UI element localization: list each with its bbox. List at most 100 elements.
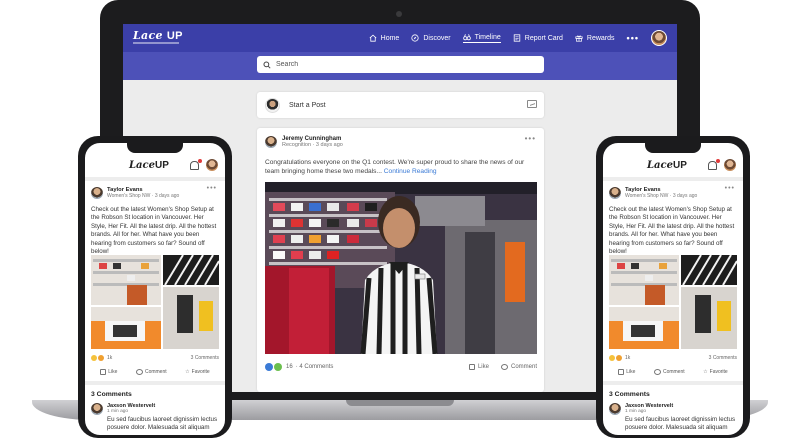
logo-up-text: UP — [672, 160, 687, 171]
store-collage-photo — [91, 255, 219, 349]
search-box[interactable] — [257, 56, 544, 73]
comment-icon — [135, 369, 143, 375]
divider — [85, 177, 225, 181]
phone-right-screen: LaceUP Taylor Evans Women's Shop NW · 3 … — [603, 143, 743, 435]
favorite-label: Favorite — [709, 369, 728, 375]
start-post-label: Start a Post — [289, 101, 326, 109]
like-button[interactable]: Like — [618, 369, 635, 375]
reaction-count[interactable]: 1k — [625, 355, 630, 361]
comment-button[interactable]: Comment — [653, 369, 685, 375]
post-photo-collage[interactable] — [91, 255, 219, 349]
post-meta: Women's Shop NW · 3 days ago — [107, 193, 180, 199]
bell-icon[interactable] — [190, 159, 202, 170]
logo-lace-text: Lace — [129, 160, 155, 171]
post-header: Jeremy Cunningham Recognition · 3 days a… — [265, 136, 343, 148]
like-button[interactable]: Like — [468, 364, 489, 370]
mobile-logo[interactable]: LaceUP — [129, 160, 169, 171]
post-actions: Like Comment — [468, 364, 537, 370]
continue-reading-link[interactable]: Continue Reading — [384, 168, 437, 175]
divider — [603, 381, 743, 385]
mobile-post-header: Taylor Evans Women's Shop NW · 3 days ag… — [609, 187, 697, 199]
feed-post-card: Jeremy Cunningham Recognition · 3 days a… — [257, 128, 544, 392]
logo-up-text: UP — [166, 30, 183, 42]
more-menu-icon[interactable]: ••• — [627, 33, 639, 43]
nav-rewards[interactable]: Rewards — [575, 34, 615, 42]
start-post-card[interactable]: Start a Post — [257, 92, 544, 118]
store-employee-photo — [265, 182, 537, 354]
comment-label: Comment — [510, 364, 537, 370]
nav-rewards-label: Rewards — [586, 34, 615, 42]
app-logo[interactable]: Lace UP — [133, 29, 183, 42]
mobile-post-header: Taylor Evans Women's Shop NW · 3 days ag… — [91, 187, 179, 199]
nav-timeline[interactable]: Timeline — [462, 33, 501, 43]
reaction-count[interactable]: 1k — [107, 355, 112, 361]
comment-button[interactable]: Comment — [500, 364, 537, 370]
user-avatar[interactable] — [206, 159, 218, 171]
post-options-icon[interactable]: ••• — [207, 185, 217, 192]
author-avatar[interactable] — [91, 187, 103, 199]
like-label: Like — [108, 369, 118, 375]
nav-report-card[interactable]: Report Card — [513, 34, 563, 42]
comment-text: Eu sed faucibus laoreet dignissim lectus… — [625, 416, 736, 432]
nav-timeline-label: Timeline — [474, 33, 501, 41]
favorite-button[interactable]: ☆ Favorite — [185, 369, 210, 375]
mobile-logo[interactable]: LaceUP — [647, 160, 687, 171]
commenter-avatar[interactable] — [609, 403, 621, 415]
top-navbar: Lace UP Home Discover Timeline Report Ca… — [123, 24, 677, 52]
search-band — [123, 52, 677, 80]
emoji-reaction-icon — [98, 355, 104, 361]
compass-icon — [411, 34, 419, 42]
comment-meta: 1 min ago — [107, 409, 129, 414]
reaction-count[interactable]: 16 — [286, 364, 293, 370]
thumbs-up-icon — [618, 369, 625, 375]
report-card-icon — [513, 34, 520, 42]
post-photo[interactable] — [265, 182, 537, 354]
logo-lace-text: Lace — [133, 29, 163, 42]
comment-meta: 1 min ago — [625, 409, 647, 414]
comment-header: Jaxson Westervelt 1 min ago — [609, 403, 673, 415]
gift-icon — [575, 35, 583, 42]
phone-left-screen: LaceUP Taylor Evans Women's Shop NW · 3 … — [85, 143, 225, 435]
like-label: Like — [626, 369, 636, 375]
thumbs-up-icon — [100, 369, 107, 375]
avatar — [265, 97, 280, 113]
phone-right: LaceUP Taylor Evans Women's Shop NW · 3 … — [596, 136, 750, 438]
bell-icon[interactable] — [708, 159, 720, 170]
post-photo-collage[interactable] — [609, 255, 737, 349]
store-collage-photo — [609, 255, 737, 349]
comments-title: 3 Comments — [91, 391, 132, 398]
phone-left: LaceUP Taylor Evans Women's Shop NW · 3 … — [78, 136, 232, 438]
post-meta: Recognition · 3 days ago — [282, 142, 343, 148]
user-avatar[interactable] — [651, 30, 667, 46]
binoculars-icon — [462, 34, 471, 41]
star-icon: ☆ — [185, 369, 190, 375]
comment-count[interactable]: · 4 Comments — [296, 364, 334, 370]
comments-count[interactable]: 3 Comments — [709, 355, 737, 361]
comments-title: 3 Comments — [609, 391, 650, 398]
post-options-icon[interactable]: ••• — [525, 134, 536, 143]
logo-up-text: UP — [154, 160, 169, 171]
favorite-button[interactable]: ☆ Favorite — [703, 369, 728, 375]
user-avatar[interactable] — [724, 159, 736, 171]
commenter-avatar[interactable] — [91, 403, 103, 415]
author-avatar[interactable] — [265, 136, 277, 148]
photo-icon[interactable] — [527, 100, 537, 108]
search-input[interactable] — [276, 61, 516, 68]
emoji-reaction-icon — [616, 355, 622, 361]
post-body: Check out the latest Women's Shop Setup … — [91, 206, 217, 256]
nav-discover[interactable]: Discover — [411, 34, 451, 42]
comments-count[interactable]: 3 Comments — [191, 355, 219, 361]
thumbs-up-icon — [468, 364, 475, 370]
like-button[interactable]: Like — [100, 369, 117, 375]
nav-report-card-label: Report Card — [524, 34, 563, 42]
comment-button[interactable]: Comment — [135, 369, 167, 375]
nav-discover-label: Discover — [423, 34, 451, 42]
post-body: Check out the latest Women's Shop Setup … — [609, 206, 735, 256]
divider — [85, 381, 225, 385]
laptop-camera — [396, 11, 402, 17]
post-options-icon[interactable]: ••• — [725, 185, 735, 192]
author-avatar[interactable] — [609, 187, 621, 199]
post-text: Congratulations everyone on the Q1 conte… — [265, 158, 537, 176]
home-icon — [369, 34, 377, 42]
nav-home[interactable]: Home — [369, 34, 399, 42]
